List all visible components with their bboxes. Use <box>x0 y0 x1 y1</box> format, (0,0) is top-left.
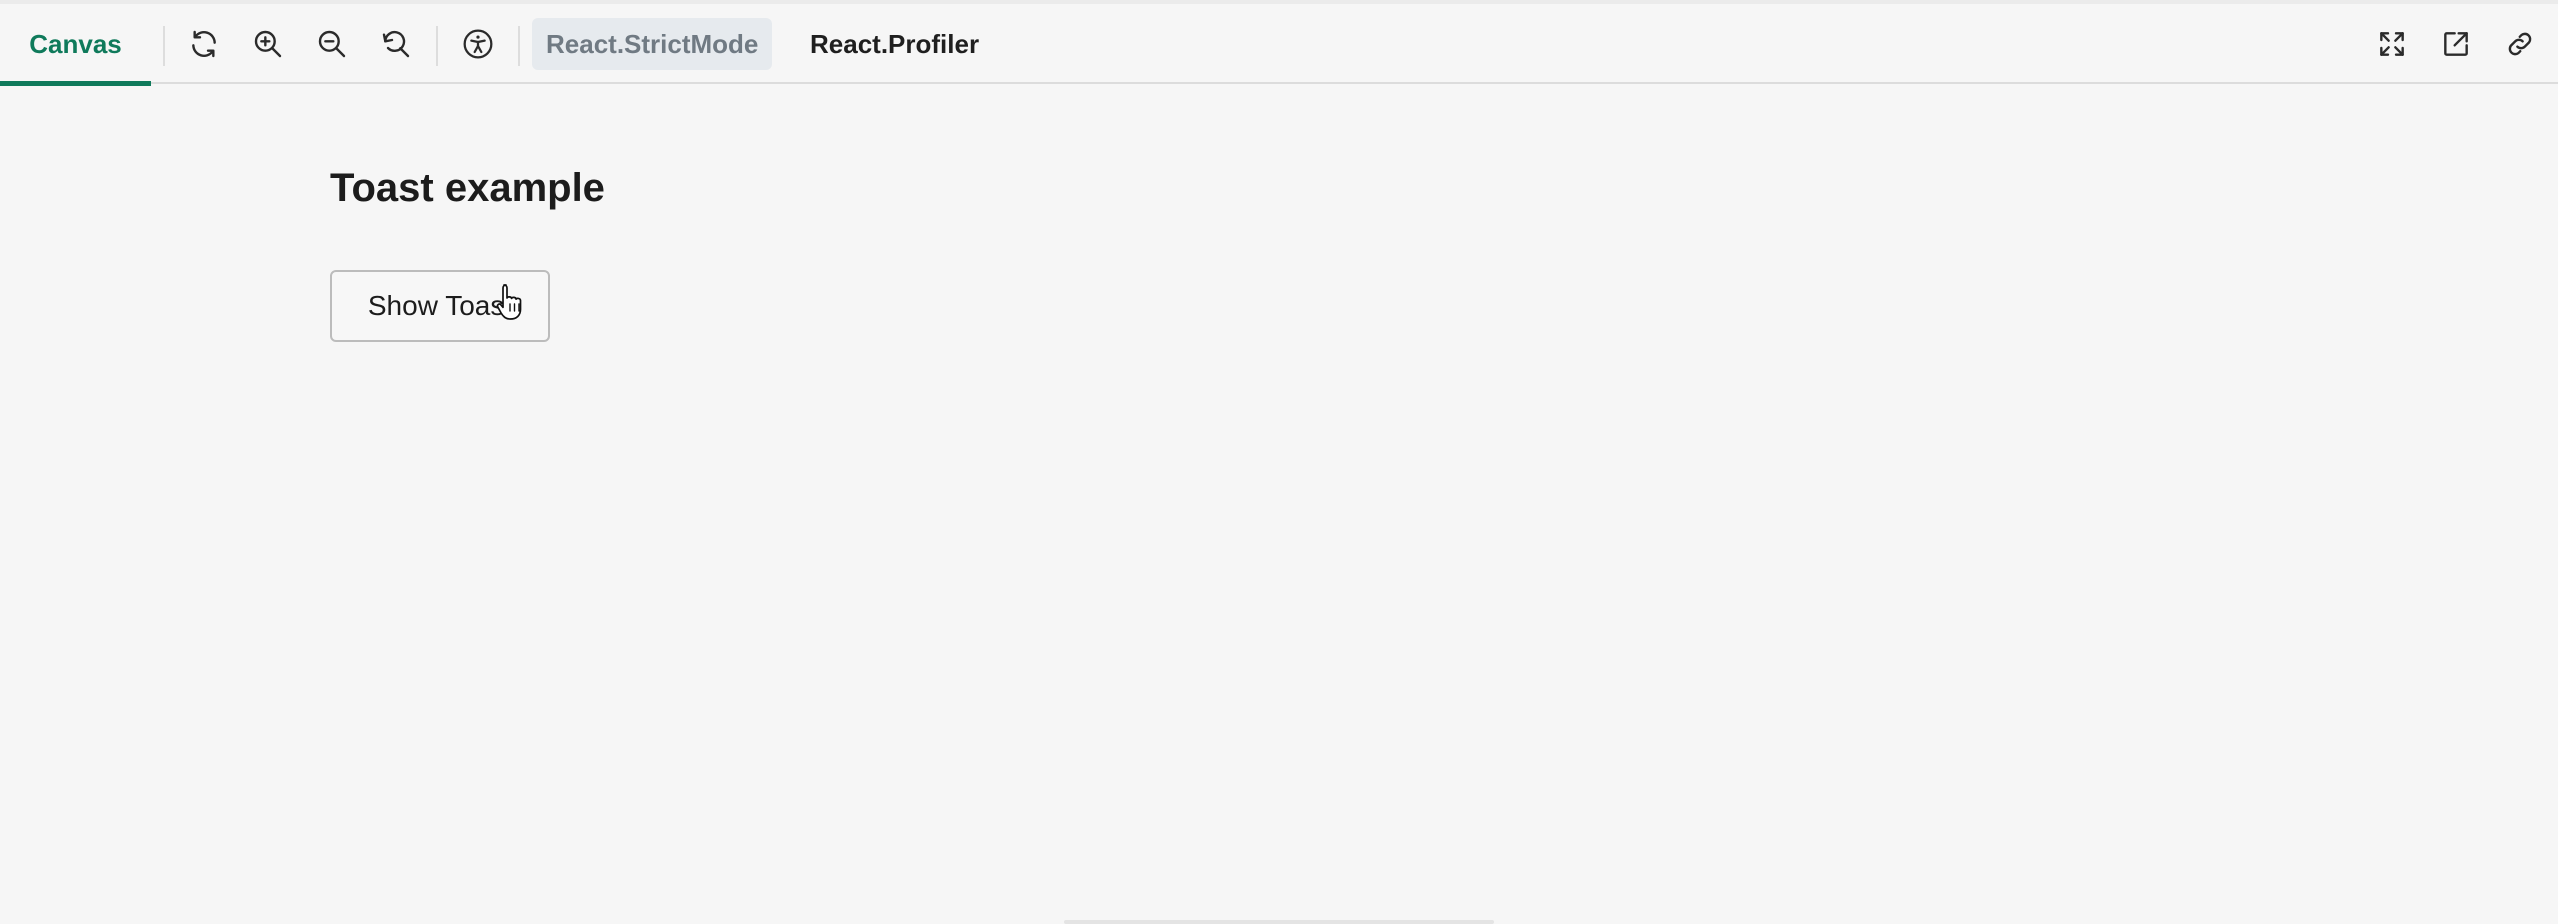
accessibility-button[interactable] <box>455 21 501 67</box>
reset-zoom-icon <box>382 30 410 58</box>
copy-link-icon <box>2508 32 2532 56</box>
refresh-icon <box>192 30 216 58</box>
toolbar-divider <box>436 26 438 66</box>
toolbar: Canvas React.StrictMode React.Profiler <box>0 0 2558 86</box>
accessibility-icon <box>463 29 493 59</box>
zoom-out-icon <box>318 30 346 58</box>
open-new-tab-button[interactable] <box>2433 21 2479 67</box>
react-strictmode-tab[interactable]: React.StrictMode <box>532 18 773 70</box>
hand-pointer-icon <box>496 284 522 320</box>
react-profiler-tab[interactable]: React.Profiler <box>796 18 993 70</box>
fullscreen-button[interactable] <box>2369 21 2415 67</box>
scroll-handle[interactable] <box>1064 920 1494 924</box>
toolbar-divider <box>163 26 165 66</box>
reset-zoom-button[interactable] <box>373 21 419 67</box>
open-new-tab-icon <box>2444 32 2468 56</box>
zoom-out-button[interactable] <box>309 21 355 67</box>
toolbar-divider <box>518 26 520 66</box>
zoom-in-button[interactable] <box>245 21 291 67</box>
copy-link-button[interactable] <box>2497 21 2543 67</box>
tab-canvas[interactable]: Canvas <box>0 4 151 86</box>
page-title: Toast example <box>330 166 605 210</box>
zoom-in-icon <box>254 30 282 58</box>
fullscreen-icon <box>2380 32 2404 56</box>
refresh-button[interactable] <box>181 21 227 67</box>
